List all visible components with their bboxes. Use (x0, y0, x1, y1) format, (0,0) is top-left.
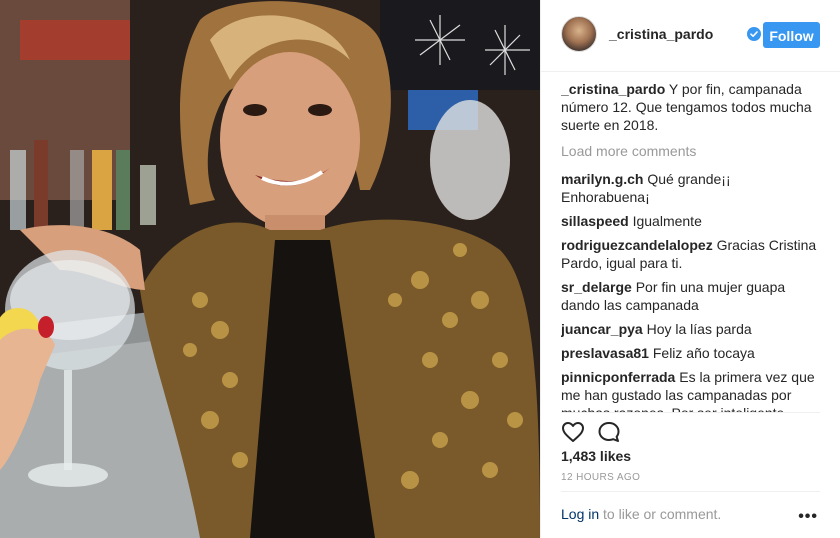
login-suffix: to like or comment. (599, 506, 722, 522)
comment-item: preslavasa81 Feliz año tocaya (561, 344, 823, 362)
comment-username[interactable]: rodriguezcandelalopez (561, 237, 713, 253)
divider (561, 491, 820, 492)
comment-text: Hoy la lías parda (646, 321, 752, 337)
divider (561, 412, 820, 413)
photo-illustration (0, 0, 540, 538)
comment-username[interactable]: sr_delarge (561, 279, 632, 295)
post-header: _cristina_pardo Follow (541, 0, 840, 72)
comment-username[interactable]: pinnicponferrada (561, 369, 675, 385)
heart-outline-icon[interactable] (561, 420, 585, 444)
caption-username[interactable]: _cristina_pardo (561, 81, 665, 97)
comment-item: rodriguezcandelalopez Gracias Cristina P… (561, 236, 823, 272)
comment-item: juancar_pya Hoy la lías parda (561, 320, 823, 338)
post-photo[interactable] (0, 0, 540, 538)
comments-list: _cristina_pardo Y por fin, campanada núm… (561, 80, 823, 412)
comment-username[interactable]: marilyn.g.ch (561, 171, 643, 187)
header-username[interactable]: _cristina_pardo (609, 26, 713, 42)
more-options-button[interactable]: ••• (798, 508, 818, 526)
verified-badge-icon (747, 27, 761, 41)
login-prompt: Log in to like or comment. (561, 506, 721, 522)
comment-text: Igualmente (632, 213, 702, 229)
comment-username[interactable]: preslavasa81 (561, 345, 649, 361)
speech-bubble-icon[interactable] (597, 420, 621, 444)
comment-item: pinnicponferrada Es la primera vez que m… (561, 368, 823, 412)
comment-text: Feliz año tocaya (652, 345, 755, 361)
post-timestamp: 12 HOURS AGO (561, 472, 641, 483)
comment-items: marilyn.g.ch Qué grande¡¡ Enhorabuena¡ si… (561, 170, 823, 412)
instagram-post: _cristina_pardo Follow _cristina_pardo Y… (0, 0, 840, 538)
caption: _cristina_pardo Y por fin, campanada núm… (561, 80, 823, 134)
login-link[interactable]: Log in (561, 506, 599, 522)
comment-item: sillaspeed Igualmente (561, 212, 823, 230)
comment-username[interactable]: juancar_pya (561, 321, 643, 337)
comment-item: marilyn.g.ch Qué grande¡¡ Enhorabuena¡ (561, 170, 823, 206)
comment-username[interactable]: sillaspeed (561, 213, 629, 229)
comment-item: sr_delarge Por fin una mujer guapa dando… (561, 278, 823, 314)
avatar[interactable] (561, 16, 597, 52)
follow-button[interactable]: Follow (763, 22, 820, 48)
likes-count[interactable]: 1,483 likes (561, 448, 631, 464)
load-more-comments-link[interactable]: Load more comments (561, 142, 823, 160)
post-side-panel: _cristina_pardo Follow _cristina_pardo Y… (540, 0, 840, 538)
